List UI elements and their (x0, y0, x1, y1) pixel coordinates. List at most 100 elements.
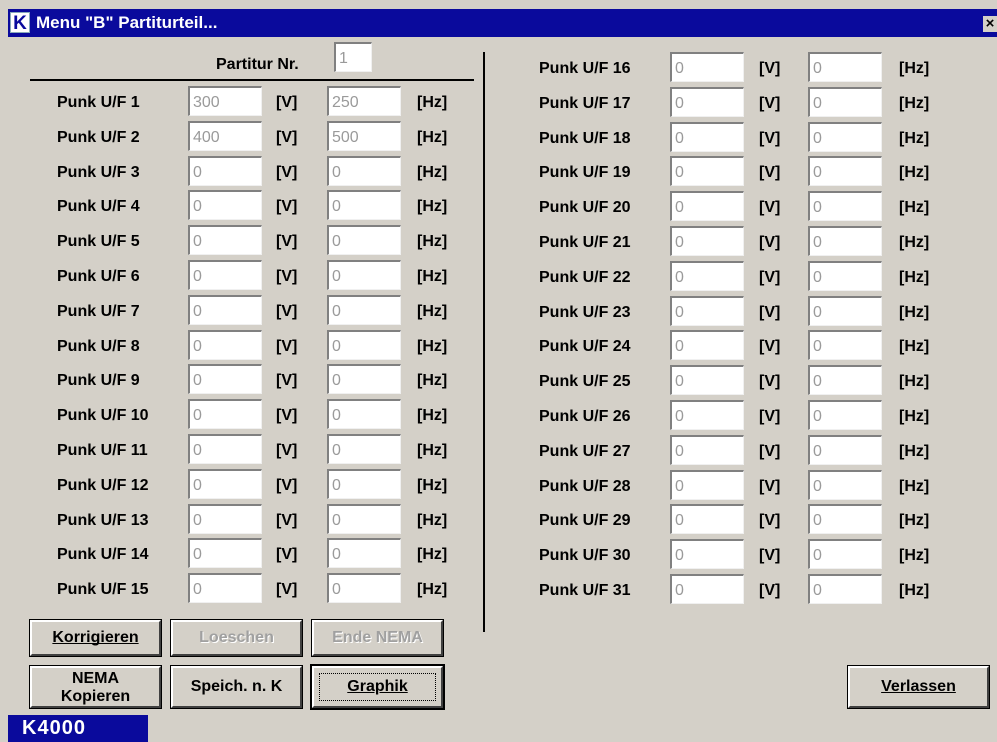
voltage-input[interactable] (188, 468, 262, 499)
frequency-input[interactable] (327, 329, 401, 360)
point-label: Punk U/F 19 (539, 164, 631, 182)
voltage-input[interactable] (670, 504, 744, 535)
point-label: Punk U/F 21 (539, 234, 631, 251)
voltage-input[interactable] (188, 225, 262, 256)
frequency-input[interactable] (808, 574, 882, 604)
volt-unit: [V] (759, 512, 781, 530)
voltage-input[interactable] (188, 155, 262, 186)
voltage-input[interactable] (188, 573, 262, 604)
frequency-input[interactable] (327, 364, 401, 395)
voltage-input[interactable] (670, 52, 744, 82)
frequency-input[interactable] (808, 86, 882, 117)
voltage-input[interactable] (188, 86, 262, 116)
voltage-input[interactable] (670, 539, 744, 570)
hertz-unit: [Hz] (899, 199, 930, 217)
voltage-input[interactable] (670, 191, 744, 222)
frequency-input[interactable] (808, 539, 882, 570)
point-label: Punk U/F 5 (57, 233, 140, 251)
hertz-unit: [Hz] (417, 302, 448, 320)
voltage-input[interactable] (188, 329, 262, 360)
voltage-input[interactable] (670, 330, 744, 361)
point-label: Punk U/F 24 (539, 338, 631, 356)
voltage-input[interactable] (670, 156, 744, 187)
volt-unit: [V] (276, 198, 298, 216)
frequency-input[interactable] (327, 468, 401, 499)
volt-unit: [V] (759, 303, 781, 321)
voltage-input[interactable] (670, 226, 744, 256)
point-label: Punk U/F 17 (539, 94, 631, 112)
frequency-input[interactable] (327, 260, 401, 290)
voltage-input[interactable] (188, 399, 262, 430)
hertz-unit: [Hz] (899, 234, 930, 251)
frequency-input[interactable] (808, 260, 882, 291)
volt-unit: [V] (276, 511, 298, 529)
voltage-input[interactable] (670, 400, 744, 430)
title-bar[interactable]: K Menu "B" Partiturteil... × (8, 9, 997, 37)
volt-unit: [V] (759, 442, 781, 460)
voltage-input[interactable] (188, 434, 262, 464)
graphik-button[interactable]: Graphik (312, 666, 443, 708)
frequency-input[interactable] (327, 434, 401, 464)
point-label: Punk U/F 11 (57, 442, 148, 459)
volt-unit: [V] (759, 373, 781, 391)
frequency-input[interactable] (808, 121, 882, 152)
app-k-icon[interactable]: K (10, 12, 30, 34)
frequency-input[interactable] (808, 52, 882, 82)
frequency-input[interactable] (808, 226, 882, 256)
hertz-unit: [Hz] (417, 476, 448, 494)
frequency-input[interactable] (808, 400, 882, 430)
hertz-unit: [Hz] (417, 268, 448, 285)
frequency-input[interactable] (327, 86, 401, 116)
frequency-input[interactable] (327, 573, 401, 604)
speich-label: Speich. n. K (190, 678, 283, 695)
volt-unit: [V] (276, 476, 298, 494)
focus-rect (319, 673, 436, 701)
frequency-input[interactable] (327, 225, 401, 256)
frequency-input[interactable] (808, 365, 882, 396)
voltage-input[interactable] (188, 120, 262, 151)
voltage-input[interactable] (188, 294, 262, 325)
frequency-input[interactable] (327, 538, 401, 569)
frequency-input[interactable] (327, 399, 401, 430)
nema-kopieren-button[interactable]: NEMA Kopieren (30, 666, 161, 708)
voltage-input[interactable] (188, 538, 262, 569)
frequency-input[interactable] (808, 191, 882, 222)
voltage-input[interactable] (670, 434, 744, 465)
frequency-input[interactable] (327, 120, 401, 151)
voltage-input[interactable] (670, 295, 744, 326)
close-icon[interactable]: × (983, 16, 997, 32)
volt-unit: [V] (276, 546, 298, 564)
hertz-unit: [Hz] (417, 442, 448, 459)
frequency-input[interactable] (327, 294, 401, 325)
voltage-input[interactable] (188, 190, 262, 221)
voltage-input[interactable] (188, 503, 262, 534)
hertz-unit: [Hz] (899, 582, 930, 599)
frequency-input[interactable] (327, 155, 401, 186)
voltage-input[interactable] (670, 260, 744, 291)
frequency-input[interactable] (327, 190, 401, 221)
voltage-input[interactable] (670, 86, 744, 117)
voltage-input[interactable] (670, 121, 744, 152)
speich-button[interactable]: Speich. n. K (171, 666, 302, 708)
verlassen-button[interactable]: Verlassen (848, 666, 989, 708)
voltage-input[interactable] (188, 364, 262, 395)
hertz-unit: [Hz] (899, 60, 930, 77)
voltage-input[interactable] (670, 469, 744, 500)
voltage-input[interactable] (670, 365, 744, 396)
frequency-input[interactable] (808, 156, 882, 187)
point-label: Punk U/F 18 (539, 129, 631, 147)
frequency-input[interactable] (808, 295, 882, 326)
frequency-input[interactable] (808, 504, 882, 535)
frequency-input[interactable] (808, 434, 882, 465)
point-label: Punk U/F 9 (57, 372, 140, 390)
partitur-number-input[interactable] (334, 42, 372, 72)
frequency-input[interactable] (808, 330, 882, 361)
voltage-input[interactable] (670, 574, 744, 604)
korrigieren-button[interactable]: Korrigieren (30, 620, 161, 656)
frequency-input[interactable] (808, 469, 882, 500)
loeschen-button[interactable]: Loeschen (171, 620, 302, 656)
ende-nema-button[interactable]: Ende NEMA (312, 620, 443, 656)
voltage-input[interactable] (188, 260, 262, 290)
frequency-input[interactable] (327, 503, 401, 534)
hertz-unit: [Hz] (417, 546, 448, 564)
